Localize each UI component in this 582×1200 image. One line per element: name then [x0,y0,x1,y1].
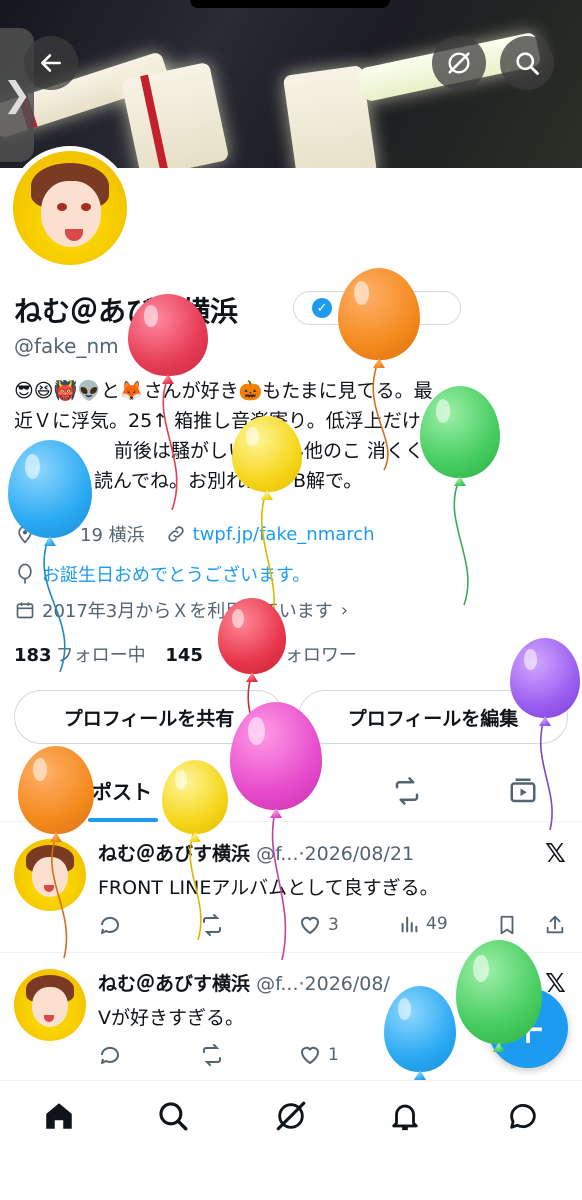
profile-meta-joined[interactable]: 2017年3月からＸを利用しています › [14,597,348,623]
tweet-text: FRONT LINEアルバムとして良すぎる。 [98,877,439,899]
search-icon [516,52,539,75]
avatar-image [13,151,127,265]
red-balloon [218,598,286,674]
location-text: 19 横浜 [80,525,145,546]
following-count: 183 [14,645,52,666]
grok-nav-icon[interactable] [274,1099,308,1133]
magenta-balloon [230,702,322,810]
yellow-balloon [162,760,228,834]
tab-active-indicator [88,818,158,822]
yellow-balloon [232,416,302,492]
tab-media[interactable] [508,776,538,806]
profile-handle: @fake_nm [14,334,119,358]
green-balloon [456,940,542,1044]
tweet-avatar[interactable] [14,969,86,1041]
tweet-text: Vが好きすぎる。 [98,1007,244,1029]
like-count: 3 [328,915,339,935]
website-link[interactable]: twpf.jp/fake_nmarch [193,524,375,545]
heart-icon [300,1046,320,1065]
blue-balloon [8,440,92,538]
like-button[interactable]: 3 [298,913,339,937]
purple-balloon [510,638,580,718]
followers-count: 145 [165,645,203,666]
device-notch [190,0,390,8]
repost-button[interactable] [200,913,230,937]
green-balloon [420,386,500,478]
share-button[interactable] [544,913,572,937]
banner-penlight [120,61,230,168]
tab-posts[interactable]: ポスト [92,776,152,805]
explore-search-icon[interactable] [156,1099,190,1133]
follow-stats: 183 フォロー中 145 フォロワー [14,641,357,667]
tweet-header: ねむ＠あびす横浜 @f...·2026/08/21 [98,839,414,866]
views-icon [401,916,418,933]
tweet[interactable]: ねむ＠あびす横浜 @f...·2026/08/21 𝕏 FRONT LINEアル… [0,825,582,953]
tweet-author-handle: @f... [256,973,299,995]
link-icon [165,523,187,545]
tweet-date: ·2026/08/21 [298,843,415,865]
notifications-bell-icon[interactable] [388,1099,422,1133]
tweet-author-handle: @f... [256,843,299,865]
chevron-right-icon: › [340,599,348,621]
messages-icon[interactable] [506,1099,540,1133]
reply-button[interactable] [98,1043,128,1067]
blue-balloon [384,986,456,1072]
tweet-avatar[interactable] [14,839,86,911]
home-icon[interactable] [42,1099,76,1133]
tweet-date: ·2026/08/ [298,973,390,995]
like-button[interactable]: 1 [298,1043,339,1067]
reply-icon [100,916,119,934]
arrow-left-icon [41,54,61,72]
birthday-text[interactable]: お誕生日おめでとうございます。 [42,561,310,587]
calendar-icon [14,599,36,621]
verified-badge-icon: ✓ [312,298,332,318]
back-button[interactable] [24,36,78,90]
bookmark-icon [500,915,514,935]
pink-balloon [128,294,208,376]
repost-button[interactable] [200,1043,230,1067]
following-link[interactable]: 183 フォロー中 [14,645,146,666]
grok-button[interactable] [432,36,486,90]
repost-icon [203,914,221,936]
tweet-actions: 3 49 [98,913,568,941]
balloon-icon [14,563,36,585]
x-logo-icon: 𝕏 [545,839,566,869]
profile-banner[interactable] [0,0,582,168]
tweet-author-name: ねむ＠あびす横浜 [98,843,251,865]
bottom-nav [0,1080,582,1200]
tweet-author-name: ねむ＠あびす横浜 [98,973,251,995]
heart-icon [300,916,320,935]
tab-reposts[interactable] [392,776,422,806]
like-count: 1 [328,1045,339,1065]
search-button[interactable] [500,36,554,90]
reply-icon [100,1046,119,1064]
joined-text: 2017年3月からＸを利用しています [42,601,333,622]
grok-icon [448,52,470,74]
following-label: フォロー中 [55,645,146,666]
repost-icon [203,1044,221,1066]
reply-button[interactable] [98,913,128,937]
views-button[interactable]: 49 [398,913,448,935]
tweet-header: ねむ＠あびす横浜 @f...·2026/08/ [98,969,390,996]
orange-balloon [18,746,94,834]
profile-meta-birthday: お誕生日おめでとうございます。 [14,561,310,587]
profile-avatar[interactable] [8,146,132,270]
share-icon [546,915,564,934]
bookmark-button[interactable] [496,913,524,937]
orange-balloon [338,268,420,360]
view-count: 49 [426,914,448,934]
